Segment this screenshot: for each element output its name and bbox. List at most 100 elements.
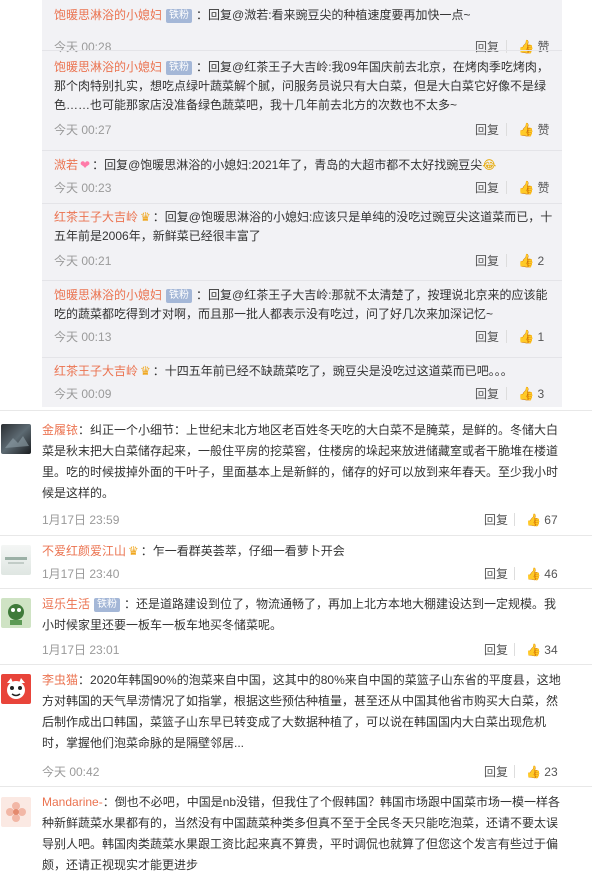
reply-text-line: 饱暖思淋浴的小媳妇 铁粉 ：回复@溦若:看来豌豆尖的种植速度要再加快一点~	[54, 6, 554, 25]
comment-username[interactable]: 不爱红颜爱江山	[42, 544, 126, 558]
divider	[514, 765, 515, 778]
reply-button[interactable]: 回复	[475, 327, 499, 347]
divider	[506, 40, 507, 53]
comment-divider	[0, 786, 592, 787]
comment-username[interactable]: Mandarine-	[42, 795, 103, 809]
reply-meta: 今天 00:13 回复 👍 1	[54, 327, 554, 347]
comment-feed: 饱暖思淋浴的小媳妇 铁粉 ：回复@溦若:看来豌豆尖的种植速度要再加快一点~ 今天 0…	[0, 0, 592, 879]
reply-body: ：回复@饱暖思淋浴的小媳妇:2021年了，青岛的大超市都不太好找豌豆尖	[92, 158, 483, 172]
reply-button[interactable]: 回复	[475, 178, 499, 198]
like-button[interactable]: 👍 46	[526, 564, 558, 584]
avatar[interactable]	[1, 598, 31, 628]
comment-text: Mandarine-：倒也不必吧，中国是nb没错，但我住了个假韩国？韩国市场跟中…	[42, 792, 562, 876]
comment-username[interactable]: 金履铱	[42, 423, 78, 437]
reply-username[interactable]: 饱暖思淋浴的小媳妇	[54, 288, 162, 302]
reply-username[interactable]: 溦若	[54, 158, 78, 172]
divider	[514, 567, 515, 580]
reply-username[interactable]: 红茶王子大吉岭	[54, 364, 138, 378]
comment-meta: 今天 00:42 回复 👍 23	[42, 762, 562, 782]
reply-username[interactable]: 饱暖思淋浴的小媳妇	[54, 60, 162, 74]
fan-badge: 铁粉	[94, 598, 121, 612]
avatar[interactable]	[1, 545, 31, 575]
vip-crown-icon: ♛	[140, 210, 151, 224]
like-count: 3	[537, 387, 545, 401]
like-count: 46	[544, 567, 558, 581]
divider	[506, 181, 507, 194]
vip-crown-icon: ♛	[140, 364, 151, 378]
reply-username[interactable]: 红茶王子大吉岭	[54, 210, 138, 224]
reply-time: 今天 00:28	[54, 40, 112, 54]
comment-divider	[0, 535, 592, 536]
reply-meta: 今天 00:09 回复 👍 3	[54, 384, 554, 404]
like-count: 赞	[537, 181, 550, 195]
like-count: 23	[544, 765, 558, 779]
comment-meta: 1月17日 23:59 回复 👍 67	[42, 510, 562, 530]
fan-badge: 铁粉	[166, 289, 193, 303]
avatar[interactable]	[1, 674, 31, 704]
reply-item: 饱暖思淋浴的小媳妇 铁粉 ：回复@红茶王子大吉岭:我09年国庆前去北京，在烤肉季吃烤…	[54, 58, 554, 140]
comment-text: 不爱红颜爱江山 ♛ ：乍一看群英荟萃，仔细一看萝卜开会	[42, 541, 562, 562]
divider	[506, 254, 507, 267]
reply-username[interactable]: 饱暖思淋浴的小媳妇	[54, 8, 162, 22]
fan-badge: 铁粉	[166, 9, 193, 23]
divider	[506, 387, 507, 400]
like-button[interactable]: 👍 2	[518, 251, 544, 271]
reply-button[interactable]: 回复	[475, 384, 499, 404]
avatar[interactable]	[1, 797, 31, 827]
comment-body: ：2020年韩国90%的泡菜来自中国，这其中的80%来自中国的菜篮子山东省的平度…	[42, 673, 561, 750]
heart-icon: ❤	[80, 158, 91, 172]
like-button[interactable]: 👍 23	[526, 762, 558, 782]
like-button[interactable]: 👍 赞	[518, 37, 550, 57]
thumbs-up-icon: 👍	[526, 643, 541, 657]
reply-button[interactable]: 回复	[484, 564, 508, 584]
reply-button[interactable]: 回复	[484, 762, 508, 782]
laughing-emoji-icon: 😂	[482, 158, 497, 172]
reply-item: 饱暖思淋浴的小媳妇 铁粉 ：回复@红茶王子大吉岭:那就不太清楚了，按理说北京来的应该…	[54, 286, 554, 347]
reply-time: 今天 00:27	[54, 123, 112, 137]
thumbs-up-icon: 👍	[518, 39, 535, 54]
comment-time: 1月17日 23:59	[42, 513, 120, 527]
reply-time: 今天 00:09	[54, 387, 112, 401]
reply-button[interactable]: 回复	[475, 120, 499, 140]
reply-button[interactable]: 回复	[484, 640, 508, 660]
thumbs-up-icon: 👍	[518, 329, 535, 344]
like-button[interactable]: 👍 赞	[518, 120, 550, 140]
like-button[interactable]: 👍 67	[526, 510, 558, 530]
like-count: 2	[537, 254, 545, 268]
thumbs-up-icon: 👍	[526, 567, 541, 581]
like-count: 赞	[537, 123, 550, 137]
comment-divider	[0, 588, 592, 589]
vip-crown-icon: ♛	[128, 544, 139, 558]
thumbs-up-icon: 👍	[518, 253, 535, 268]
thumbs-up-icon: 👍	[518, 122, 535, 137]
like-button[interactable]: 👍 34	[526, 640, 558, 660]
reply-body: ：十四五年前已经不缺蔬菜吃了，豌豆尖是没吃过这道菜而已吧。。。	[152, 364, 513, 378]
reply-divider	[42, 50, 562, 51]
reply-button[interactable]: 回复	[475, 251, 499, 271]
like-button[interactable]: 👍 1	[518, 327, 544, 347]
reply-time: 今天 00:13	[54, 330, 112, 344]
reply-button[interactable]: 回复	[475, 37, 499, 57]
avatar[interactable]	[1, 424, 31, 454]
like-button[interactable]: 👍 赞	[518, 178, 550, 198]
like-count: 1	[537, 330, 545, 344]
reply-divider	[42, 150, 562, 151]
divider	[506, 123, 507, 136]
like-count: 34	[544, 643, 558, 657]
comment-text: 逗乐生活 铁粉 ：还是道路建设到位了，物流通畅了，再加上北方本地大棚建设达到一定规模…	[42, 594, 562, 636]
reply-meta: 今天 00:23 回复 👍 赞	[54, 178, 554, 198]
like-button[interactable]: 👍 3	[518, 384, 544, 404]
reply-text-line: 饱暖思淋浴的小媳妇 铁粉 ：回复@红茶王子大吉岭:我09年国庆前去北京，在烤肉季吃烤…	[54, 58, 554, 115]
comment-username[interactable]: 逗乐生活	[42, 597, 90, 611]
comment-meta: 1月17日 23:40 回复 👍 46	[42, 564, 562, 584]
reply-divider	[42, 203, 562, 204]
reply-item: 红茶王子大吉岭 ♛ ：回复@饱暖思淋浴的小媳妇:应该只是单纯的没吃过豌豆尖这道菜而已…	[54, 208, 554, 271]
comment-time: 今天 00:42	[42, 765, 100, 779]
reply-button[interactable]: 回复	[484, 510, 508, 530]
reply-text-line: 溦若 ❤ ：回复@饱暖思淋浴的小媳妇:2021年了，青岛的大超市都不太好找豌豆尖😂	[54, 156, 554, 175]
comment-meta: 1月17日 23:01 回复 👍 34	[42, 640, 562, 660]
comment-body: ：乍一看群英荟萃，仔细一看萝卜开会	[140, 544, 345, 558]
comment-username[interactable]: 李虫猫	[42, 673, 78, 687]
comment-divider	[0, 664, 592, 665]
divider	[514, 643, 515, 656]
